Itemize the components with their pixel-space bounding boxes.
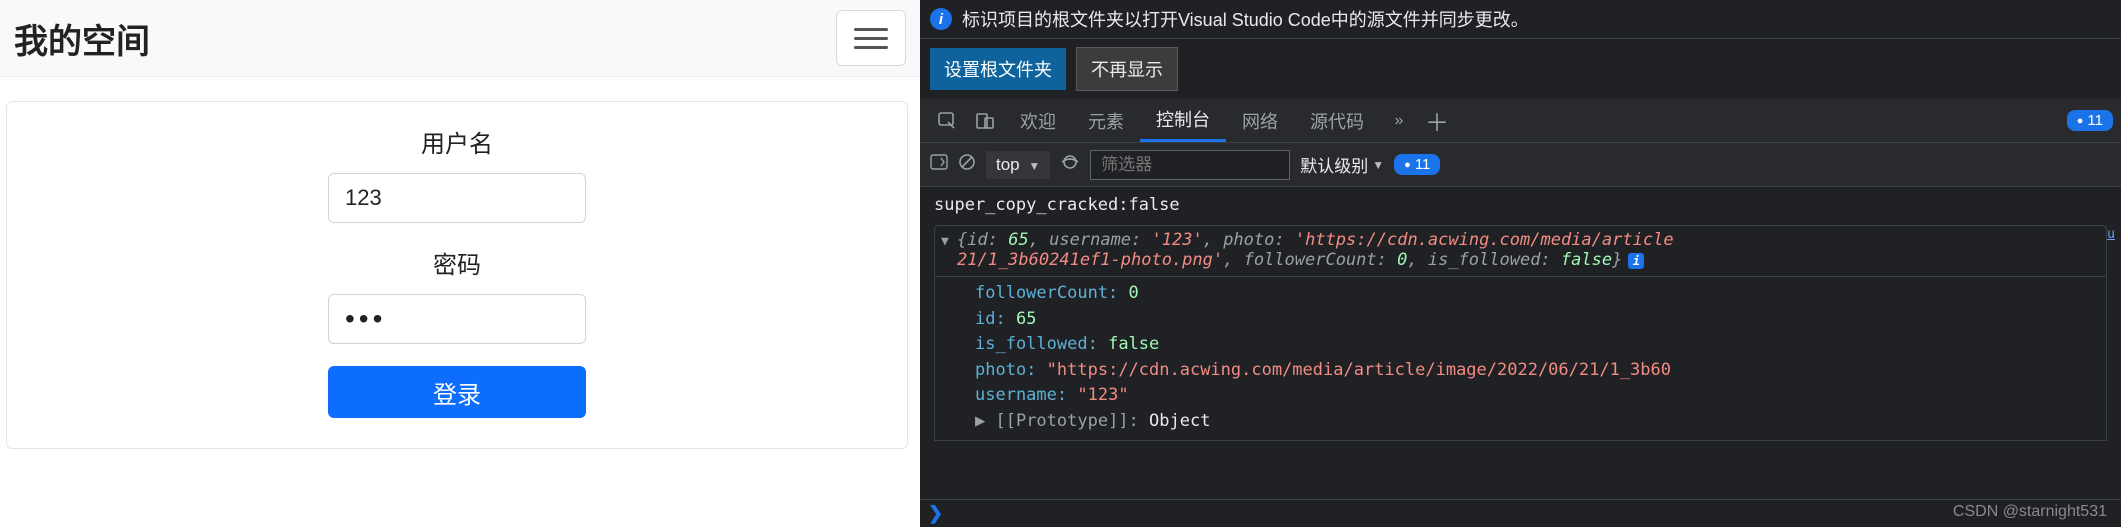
add-tab-icon[interactable]: ＋ [1422, 106, 1452, 136]
login-button[interactable]: 登录 [328, 366, 586, 418]
inspect-icon[interactable] [932, 106, 962, 136]
tab-console[interactable]: 控制台 [1140, 99, 1226, 142]
info-icon: i [930, 8, 952, 30]
context-dropdown[interactable]: top ▼ [986, 151, 1050, 179]
toolbar-issues-badge[interactable]: 11 [1394, 154, 1440, 175]
level-dropdown[interactable]: 默认级别 ▼ [1300, 152, 1384, 177]
issues-badge[interactable]: 11 [2067, 110, 2113, 131]
tab-bar: 欢迎 元素 控制台 网络 源代码 » ＋ 11 [920, 99, 2121, 143]
more-tabs-icon[interactable]: » [1384, 106, 1414, 136]
object-summary[interactable]: ▼ {id: 65, username: '123', photo: 'http… [934, 225, 2107, 277]
username-label: 用户名 [421, 124, 493, 159]
tab-welcome[interactable]: 欢迎 [1004, 99, 1072, 142]
hamburger-button[interactable] [836, 10, 906, 66]
console-prompt[interactable]: ❯ [920, 499, 2121, 527]
devtools-pane: i 标识项目的根文件夹以打开Visual Studio Code中的源文件并同步… [920, 0, 2121, 527]
tab-sources[interactable]: 源代码 [1294, 99, 1380, 142]
info-square-icon[interactable]: i [1628, 253, 1644, 269]
password-input[interactable] [328, 294, 586, 344]
link-marker[interactable]: u [2107, 227, 2115, 242]
console-body: super_copy_cracked:false u ▼ {id: 65, us… [920, 187, 2121, 441]
username-input[interactable] [328, 173, 586, 223]
login-card: 用户名 密码 登录 [6, 101, 908, 449]
live-expression-icon[interactable] [1060, 152, 1080, 177]
info-banner: i 标识项目的根文件夹以打开Visual Studio Code中的源文件并同步… [920, 0, 2121, 39]
password-label: 密码 [433, 245, 481, 280]
expand-icon[interactable]: ▼ [941, 234, 949, 249]
set-root-button[interactable]: 设置根文件夹 [930, 48, 1066, 90]
console-toolbar: top ▼ 默认级别 ▼ 11 [920, 143, 2121, 187]
brand-title: 我的空间 [14, 14, 150, 63]
chevron-right-icon: ❯ [928, 503, 943, 524]
device-icon[interactable] [970, 106, 1000, 136]
object-body: followerCount: 0 id: 65 is_followed: fal… [934, 277, 2107, 441]
dismiss-button[interactable]: 不再显示 [1076, 47, 1178, 91]
navbar: 我的空间 [0, 0, 920, 77]
tab-network[interactable]: 网络 [1226, 99, 1294, 142]
banner-text: 标识项目的根文件夹以打开Visual Studio Code中的源文件并同步更改… [962, 6, 1529, 32]
filter-input[interactable] [1090, 150, 1290, 180]
clear-console-icon[interactable] [958, 153, 976, 176]
watermark: CSDN @starnight531 [1953, 503, 2107, 521]
sidebar-toggle-icon[interactable] [930, 153, 948, 176]
tab-elements[interactable]: 元素 [1072, 99, 1140, 142]
log-line-1: super_copy_cracked:false [934, 193, 2107, 225]
